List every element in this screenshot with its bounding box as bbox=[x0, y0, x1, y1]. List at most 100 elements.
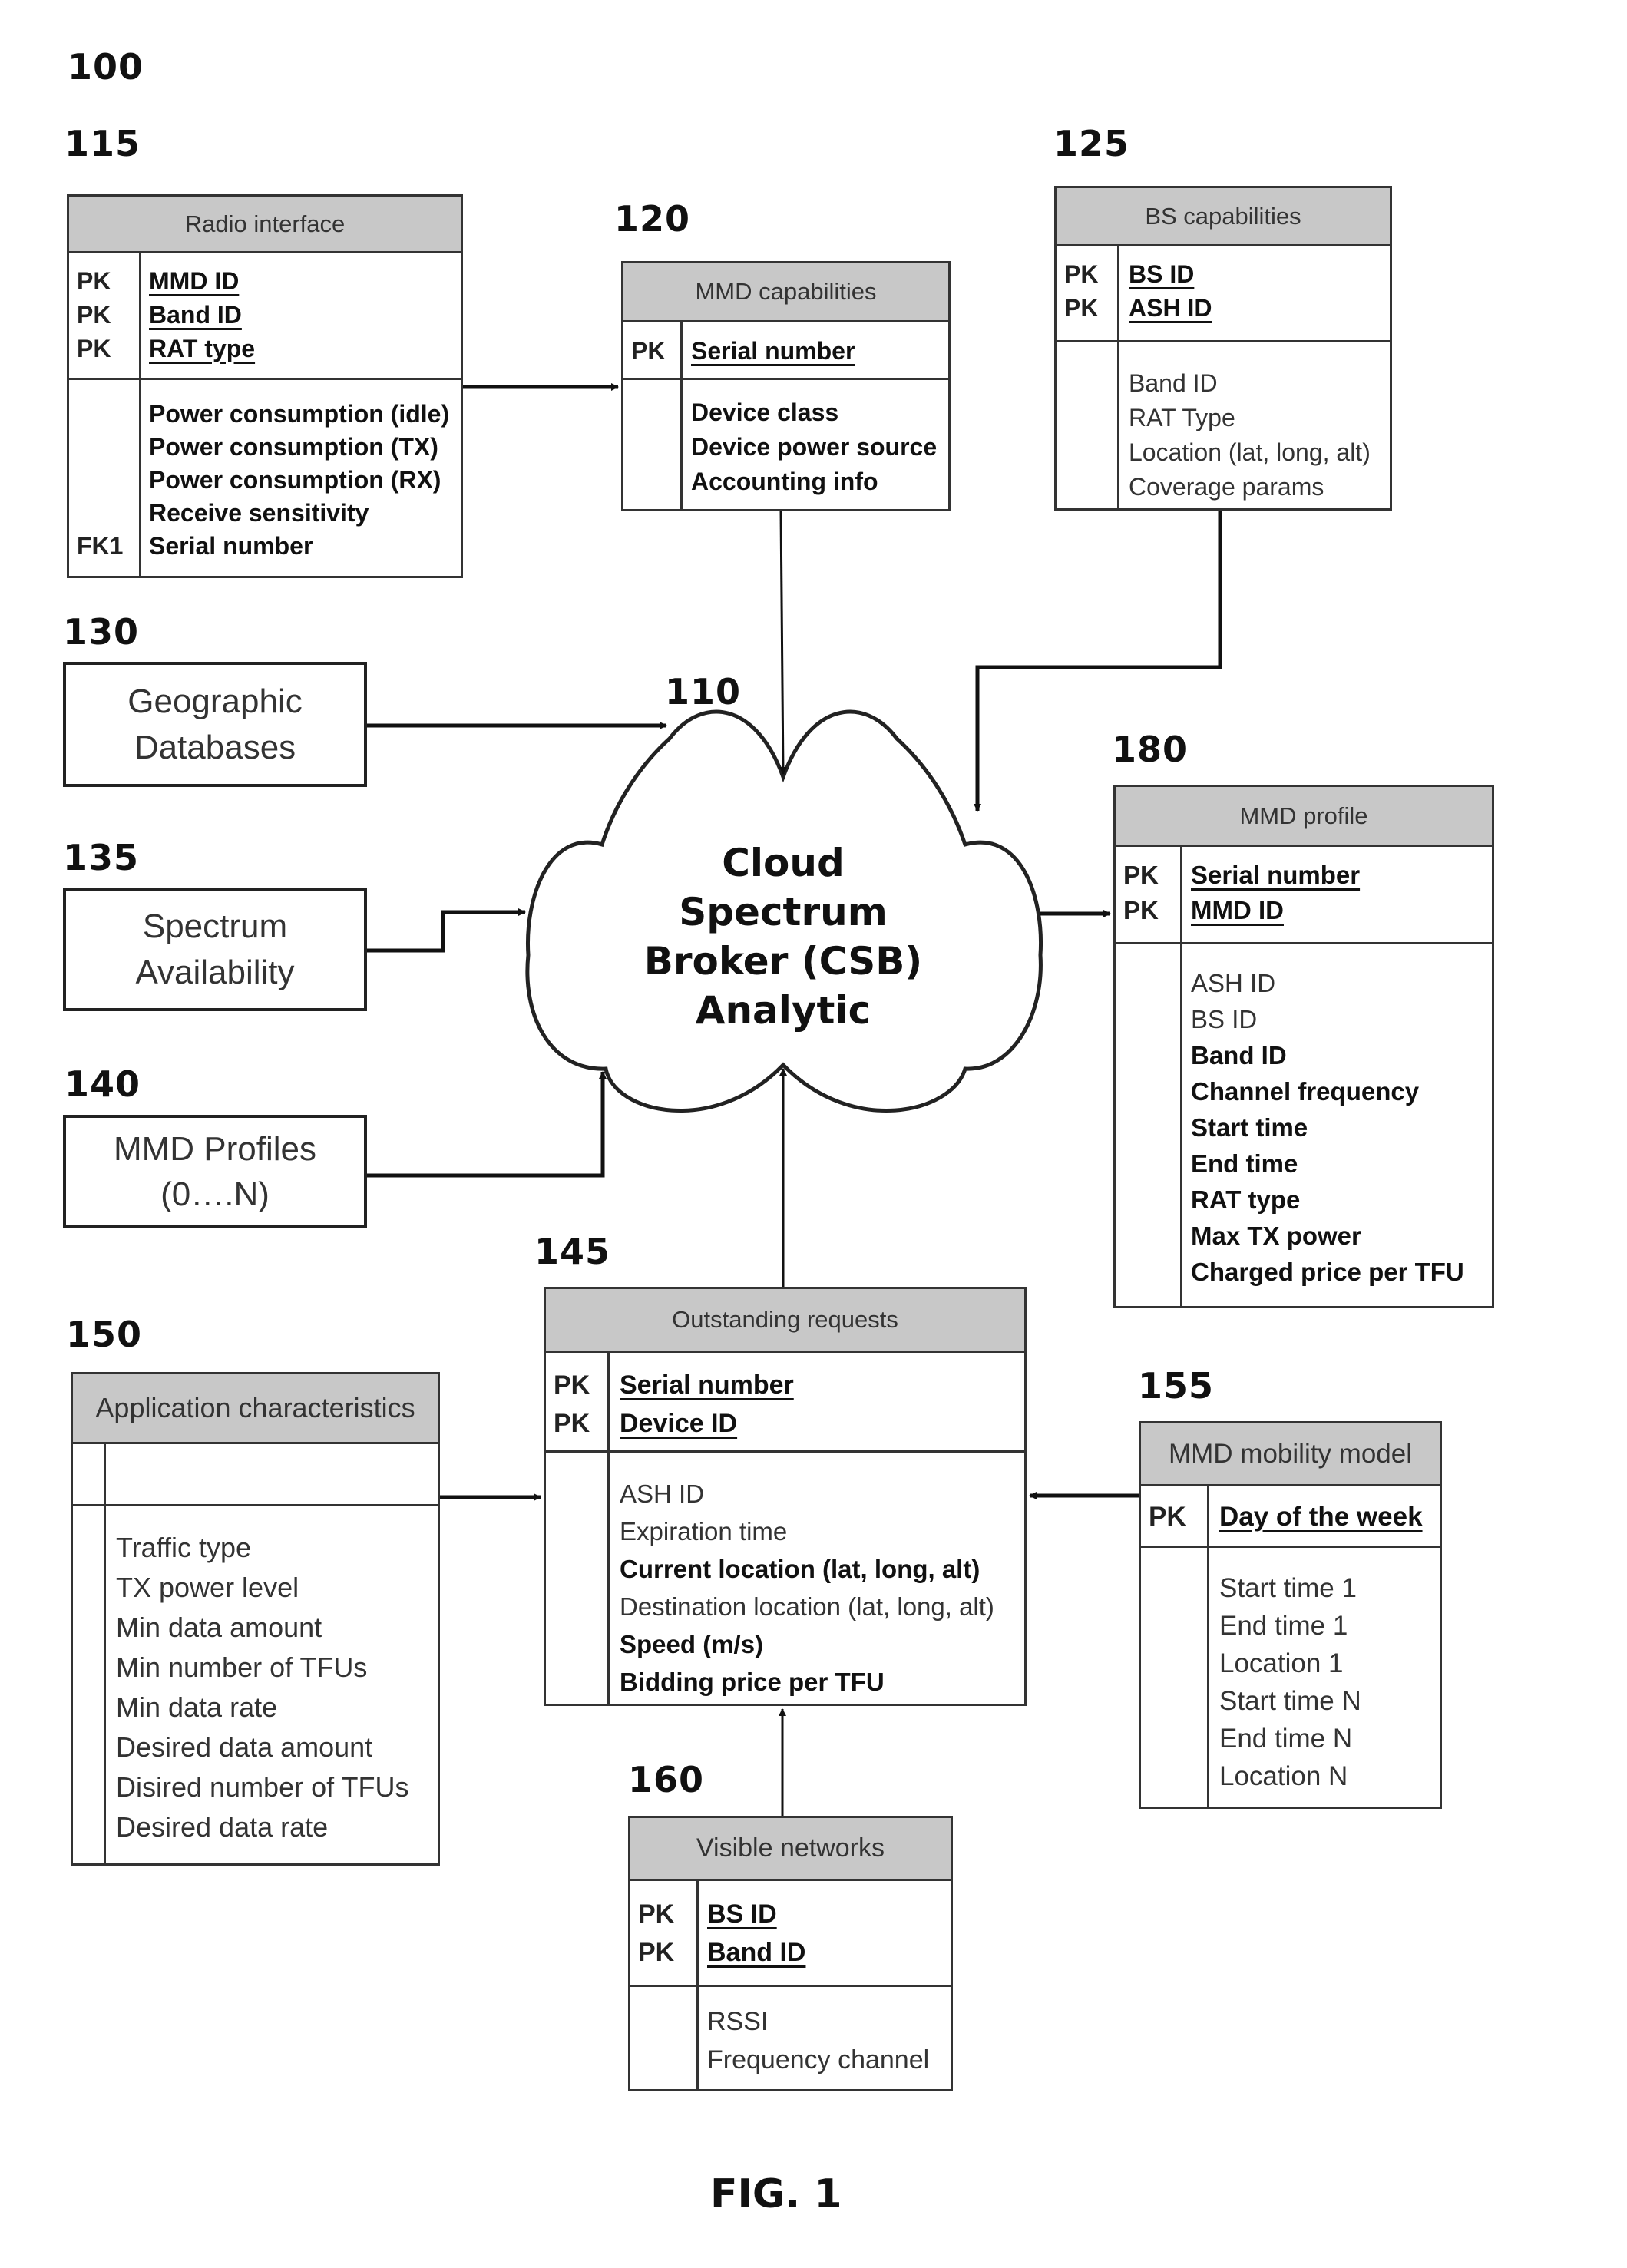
entity-title: Radio interface bbox=[69, 197, 461, 253]
ref-125: 125 bbox=[1053, 123, 1130, 164]
key-field: BS ID bbox=[707, 1899, 777, 1929]
attr-fields: ASH ID BS ID Band ID Channel frequency S… bbox=[1191, 965, 1464, 1290]
column-divider bbox=[607, 1353, 610, 1704]
key-section bbox=[1057, 246, 1390, 342]
column-divider bbox=[680, 322, 683, 509]
attr-field: Current location (lat, long, alt) bbox=[620, 1555, 980, 1583]
attr-field: Start time N bbox=[1219, 1686, 1361, 1716]
csb-label: Cloud Spectrum Broker (CSB) Analytic bbox=[614, 838, 952, 1035]
key-tags: PK PK bbox=[1123, 858, 1159, 928]
attr-field: Desired data rate bbox=[116, 1811, 329, 1843]
attr-field: Min data rate bbox=[116, 1691, 278, 1723]
column-divider bbox=[1117, 246, 1119, 508]
attr-field: Destination location (lat, long, alt) bbox=[620, 1592, 994, 1621]
key-field: Band ID bbox=[149, 301, 242, 329]
box-line: MMD Profiles bbox=[113, 1129, 317, 1168]
key-tag: PK bbox=[638, 1938, 675, 1967]
attr-field: Serial number bbox=[149, 532, 313, 560]
attr-field: Channel frequency bbox=[1191, 1077, 1420, 1106]
box-mmd-profiles: MMD Profiles (0….N) bbox=[63, 1115, 367, 1228]
key-tag: PK bbox=[554, 1409, 590, 1438]
ref-100: 100 bbox=[68, 46, 144, 88]
ref-180: 180 bbox=[1112, 729, 1189, 770]
attr-field: Min number of TFUs bbox=[116, 1651, 368, 1683]
key-section bbox=[73, 1444, 438, 1506]
csb-line: Cloud bbox=[722, 841, 845, 885]
key-fields: Serial number bbox=[691, 334, 855, 368]
key-tag: PK bbox=[631, 337, 666, 365]
attr-fields: Power consumption (idle) Power consumpti… bbox=[149, 398, 449, 563]
entity-bs-capabilities: BS capabilities PK PK BS ID ASH ID Band … bbox=[1054, 186, 1392, 511]
entity-title: Outstanding requests bbox=[546, 1289, 1024, 1353]
key-field: Serial number bbox=[1191, 861, 1361, 889]
attr-field: Location 1 bbox=[1219, 1648, 1344, 1678]
key-tag: PK bbox=[77, 301, 111, 329]
ref-160: 160 bbox=[628, 1759, 705, 1800]
entity-title: BS capabilities bbox=[1057, 188, 1390, 246]
key-field: ASH ID bbox=[1129, 294, 1212, 322]
attr-field: Device power source bbox=[691, 433, 938, 461]
key-tag: PK bbox=[1123, 861, 1159, 889]
column-divider bbox=[1207, 1486, 1209, 1807]
entity-title: Visible networks bbox=[630, 1818, 951, 1881]
key-tag: PK bbox=[1064, 260, 1099, 288]
ref-115: 115 bbox=[64, 123, 141, 164]
key-fields: Serial number MMD ID bbox=[1191, 858, 1360, 928]
attr-fields: ASH ID Expiration time Current location … bbox=[620, 1475, 994, 1701]
attr-field: Expiration time bbox=[620, 1517, 788, 1546]
attr-field: Charged price per TFU bbox=[1191, 1258, 1464, 1286]
attr-field: RAT type bbox=[1191, 1185, 1301, 1214]
entity-title: MMD capabilities bbox=[623, 263, 948, 322]
attr-tags: FK1 bbox=[77, 398, 123, 563]
attr-field: RAT Type bbox=[1129, 404, 1235, 431]
key-fields: MMD ID Band ID RAT type bbox=[149, 264, 255, 365]
attr-field: Power consumption (TX) bbox=[149, 433, 438, 461]
figure-caption: FIG. 1 bbox=[710, 2171, 842, 2217]
box-line: Availability bbox=[135, 953, 295, 991]
ref-110: 110 bbox=[665, 671, 742, 712]
attr-field: ASH ID bbox=[620, 1479, 705, 1508]
attr-fields: Band ID RAT Type Location (lat, long, al… bbox=[1129, 366, 1371, 504]
attr-field: Speed (m/s) bbox=[620, 1630, 764, 1658]
attr-field: Receive sensitivity bbox=[149, 499, 369, 527]
column-divider bbox=[696, 1881, 699, 2089]
attr-field: Max TX power bbox=[1191, 1222, 1361, 1250]
key-fields: Serial number Device ID bbox=[620, 1366, 794, 1443]
attr-field: TX power level bbox=[116, 1572, 299, 1603]
box-spectrum-availability: Spectrum Availability bbox=[63, 888, 367, 1011]
attr-fields: Traffic type TX power level Min data amo… bbox=[116, 1528, 408, 1847]
key-tags: PK bbox=[1149, 1499, 1186, 1536]
arrow-mmd-profiles-to-cloud bbox=[367, 1071, 607, 1178]
key-tags: PK PK bbox=[1064, 257, 1098, 325]
entity-mmd-profile: MMD profile PK PK Serial number MMD ID A… bbox=[1113, 785, 1494, 1308]
attr-field: Coverage params bbox=[1129, 473, 1324, 501]
entity-title: MMD mobility model bbox=[1141, 1423, 1440, 1486]
attr-field: RSSI bbox=[707, 2007, 769, 2036]
attr-fields: Start time 1 End time 1 Location 1 Start… bbox=[1219, 1569, 1361, 1795]
key-field: Band ID bbox=[707, 1938, 806, 1967]
entity-application-characteristics: Application characteristics Traffic type… bbox=[71, 1372, 440, 1866]
column-divider bbox=[1180, 847, 1182, 1306]
entity-mmd-mobility-model: MMD mobility model PK Day of the week St… bbox=[1139, 1421, 1442, 1809]
box-line: Geographic bbox=[127, 683, 303, 721]
key-field: Day of the week bbox=[1219, 1502, 1423, 1532]
attr-field: ASH ID bbox=[1191, 969, 1276, 997]
attr-tag bbox=[77, 464, 123, 497]
attr-field: Traffic type bbox=[116, 1532, 252, 1563]
ref-120: 120 bbox=[614, 198, 691, 240]
key-field: BS ID bbox=[1129, 260, 1195, 288]
column-divider bbox=[104, 1444, 106, 1863]
arrow-mmd-capabilities-to-cloud bbox=[779, 511, 787, 775]
ref-145: 145 bbox=[534, 1231, 611, 1272]
attr-field: Location (lat, long, alt) bbox=[1129, 438, 1371, 466]
key-tags: PK PK bbox=[554, 1366, 590, 1443]
attr-field: Bidding price per TFU bbox=[620, 1668, 885, 1696]
attr-tag: FK1 bbox=[77, 532, 124, 560]
arrow-spectrum-to-cloud bbox=[367, 908, 526, 953]
attr-field: Band ID bbox=[1191, 1041, 1287, 1070]
box-line: Spectrum bbox=[142, 908, 288, 946]
key-tag: PK bbox=[638, 1899, 675, 1929]
ref-155: 155 bbox=[1138, 1365, 1215, 1407]
attr-field: Location N bbox=[1219, 1761, 1348, 1791]
attr-field: Band ID bbox=[1129, 369, 1218, 397]
